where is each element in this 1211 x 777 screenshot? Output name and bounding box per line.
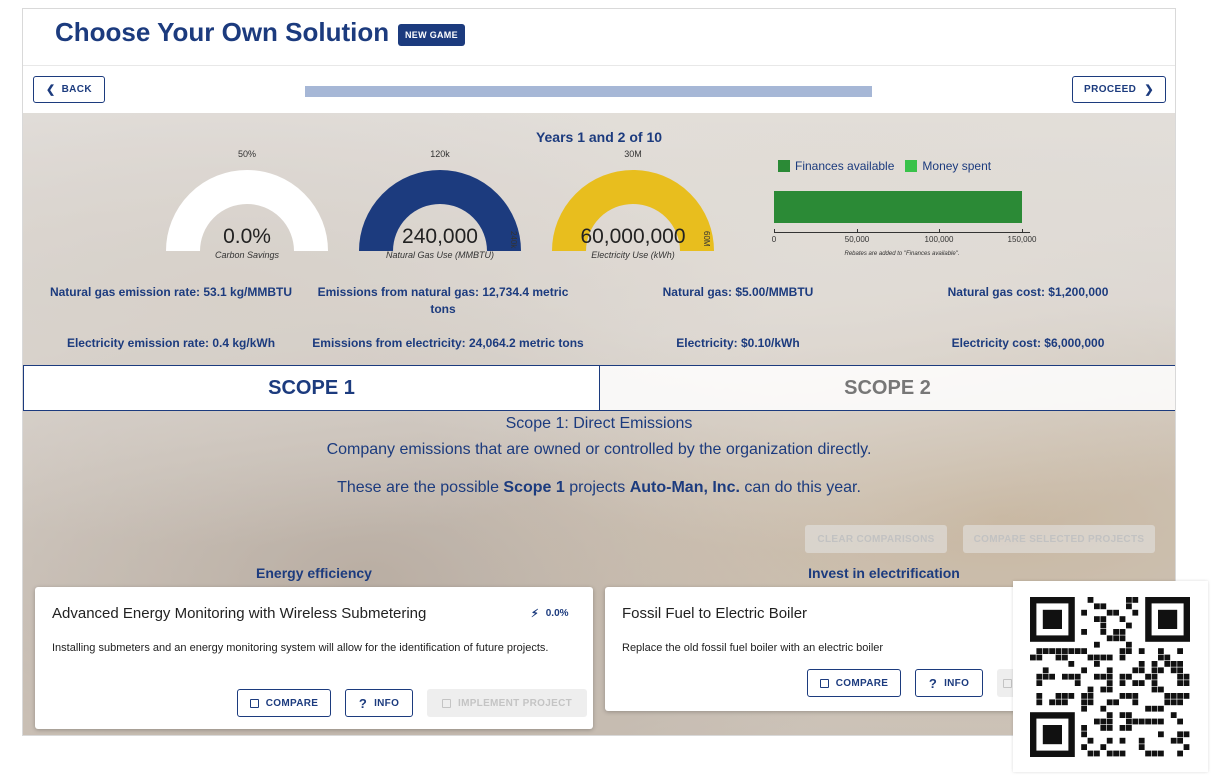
back-button[interactable]: ❮ BACK [33, 76, 105, 103]
question-icon: ? [928, 675, 938, 691]
axis-tick-label: 0 [771, 235, 777, 244]
card-description: Replace the old fossil fuel boiler with … [622, 642, 884, 654]
card-description: Installing submeters and an energy monit… [52, 642, 549, 654]
compare-selected-button[interactable]: COMPARE SELECTED PROJECTS [963, 525, 1155, 553]
bar-axis [774, 232, 1030, 233]
gauge-side-label: 240k [509, 231, 518, 249]
new-game-button[interactable]: NEW GAME [398, 24, 465, 46]
checkbox-icon [1002, 678, 1012, 688]
compare-button[interactable]: COMPARE [237, 689, 331, 717]
legend-swatch-finances [778, 160, 790, 172]
el-price: Electricity: $0.10/kWh [676, 336, 800, 350]
card-stat-value: 0.0% [545, 608, 569, 619]
ng-cost: Natural gas cost: $1,200,000 [947, 285, 1109, 299]
column-heading-electrification: Invest in electrification [808, 565, 960, 581]
axis-tick [1022, 229, 1023, 233]
line-company: Auto-Man, Inc. [629, 479, 740, 496]
axis-tick-label: 150,000 [1007, 235, 1037, 244]
project-card-energy-monitoring: Advanced Energy Monitoring with Wireless… [35, 587, 593, 729]
column-heading-energy-efficiency: Energy efficiency [256, 565, 372, 581]
lightning-icon: ⚡︎ [531, 608, 539, 620]
qr-code-graphic [1030, 597, 1190, 757]
axis-tick [857, 229, 858, 233]
carbon-savings-gauge: 50% 0.0% Carbon Savings [162, 149, 332, 263]
finances-available-bar [774, 191, 1022, 223]
years-label: Years 1 and 2 of 10 [535, 129, 663, 145]
app-window: Choose Your Own Solution NEW GAME ❮ BACK… [22, 8, 1176, 736]
back-label: BACK [61, 84, 93, 95]
compare-button[interactable]: COMPARE [807, 669, 901, 697]
ng-emission-rate: Natural gas emission rate: 53.1 kg/MMBTU [49, 285, 293, 299]
legend-label-spent: Money spent [922, 159, 992, 173]
line-scope: Scope 1 [503, 479, 565, 496]
scope-projects-line: These are the possible Scope 1 projects … [23, 479, 1175, 497]
axis-tick-label: 50,000 [844, 235, 870, 244]
natural-gas-gauge: 120k 240,000 Natural Gas Use (MMBTU) 240… [355, 149, 525, 263]
chevron-left-icon: ❮ [45, 84, 56, 96]
dashboard-area: Years 1 and 2 of 10 50% 0.0% Carbon Savi… [23, 113, 1175, 735]
electricity-gauge: 30M 60,000,000 Electricity Use (kWh) 60M [548, 149, 718, 263]
info-button[interactable]: ? INFO [915, 669, 983, 697]
line-prefix: These are the possible [337, 479, 504, 496]
ng-price: Natural gas: $5.00/MMBTU [662, 285, 814, 299]
gauge-max-label: 50% [237, 149, 256, 159]
line-mid: projects [564, 479, 630, 496]
finances-legend: Finances available Money spent [778, 159, 991, 173]
ng-emissions: Emissions from natural gas: 12,734.4 met… [317, 285, 569, 316]
info-label: INFO [374, 697, 400, 709]
scope-tabs: SCOPE 1 SCOPE 2 [23, 365, 1175, 411]
gauge-value: 60,000,000 [580, 225, 686, 248]
page-title: Choose Your Own Solution [55, 17, 390, 47]
gauge-value: 240,000 [402, 225, 478, 248]
line-suffix: can do this year. [739, 479, 861, 496]
legend-label-finances: Finances available [795, 159, 895, 173]
proceed-label: PROCEED [1084, 84, 1137, 95]
gauge-caption: Natural Gas Use (MMBTU) [385, 250, 494, 260]
axis-tick [774, 229, 775, 233]
info-label: INFO [944, 677, 970, 689]
scope-subheading: Company emissions that are owned or cont… [326, 441, 872, 458]
el-cost: Electricity cost: $6,000,000 [951, 336, 1105, 350]
legend-swatch-spent [905, 160, 918, 172]
card-title: Advanced Energy Monitoring with Wireless… [52, 605, 427, 622]
el-emission-rate: Electricity emission rate: 0.4 kg/kWh [66, 336, 276, 350]
progress-bar [305, 86, 872, 97]
gauge-value: 0.0% [223, 225, 271, 248]
compare-label: COMPARE [265, 697, 319, 709]
tab-scope-1[interactable]: SCOPE 1 [23, 365, 600, 411]
progress-fill [305, 86, 872, 97]
gauge-max-label: 30M [624, 149, 642, 159]
compare-label: COMPARE [835, 677, 889, 689]
gauge-side-label: 60M [702, 231, 711, 247]
card-stat: ⚡︎ 0.0% [531, 607, 569, 620]
gauge-caption: Carbon Savings [214, 250, 280, 260]
axis-tick-label: 100,000 [924, 235, 954, 244]
navigation-bar: ❮ BACK PROCEED ❯ [23, 65, 1175, 114]
proceed-button[interactable]: PROCEED ❯ [1072, 76, 1166, 103]
clear-comparisons-button[interactable]: CLEAR COMPARISONS [805, 525, 947, 553]
qr-code-overlay [1013, 581, 1208, 772]
checkbox-icon [249, 698, 259, 708]
rebate-note: Rebates are added to "Finances available… [844, 251, 960, 257]
question-icon: ? [358, 695, 368, 711]
axis-tick [939, 229, 940, 233]
gauge-max-label: 120k [430, 149, 450, 159]
el-emissions: Emissions from electricity: 24,064.2 met… [312, 336, 584, 350]
scope-heading: Scope 1: Direct Emissions [505, 415, 693, 432]
card-title: Fossil Fuel to Electric Boiler [622, 605, 808, 622]
checkbox-icon [442, 698, 451, 708]
tab-scope-2[interactable]: SCOPE 2 [600, 365, 1175, 411]
gauge-caption: Electricity Use (kWh) [591, 250, 675, 260]
info-button[interactable]: ? INFO [345, 689, 413, 717]
page-header: Choose Your Own Solution NEW GAME [23, 9, 1175, 65]
implement-label: IMPLEMENT PROJECT [458, 697, 572, 709]
project-card-electric-boiler: Fossil Fuel to Electric Boiler Replace t… [605, 587, 1025, 711]
implement-project-button[interactable]: IMPLEMENT PROJECT [427, 689, 587, 717]
checkbox-icon [819, 678, 829, 688]
finances-bar-chart: Rebates are added to "Finances available… [771, 191, 1037, 257]
chevron-right-icon: ❯ [1144, 84, 1154, 96]
